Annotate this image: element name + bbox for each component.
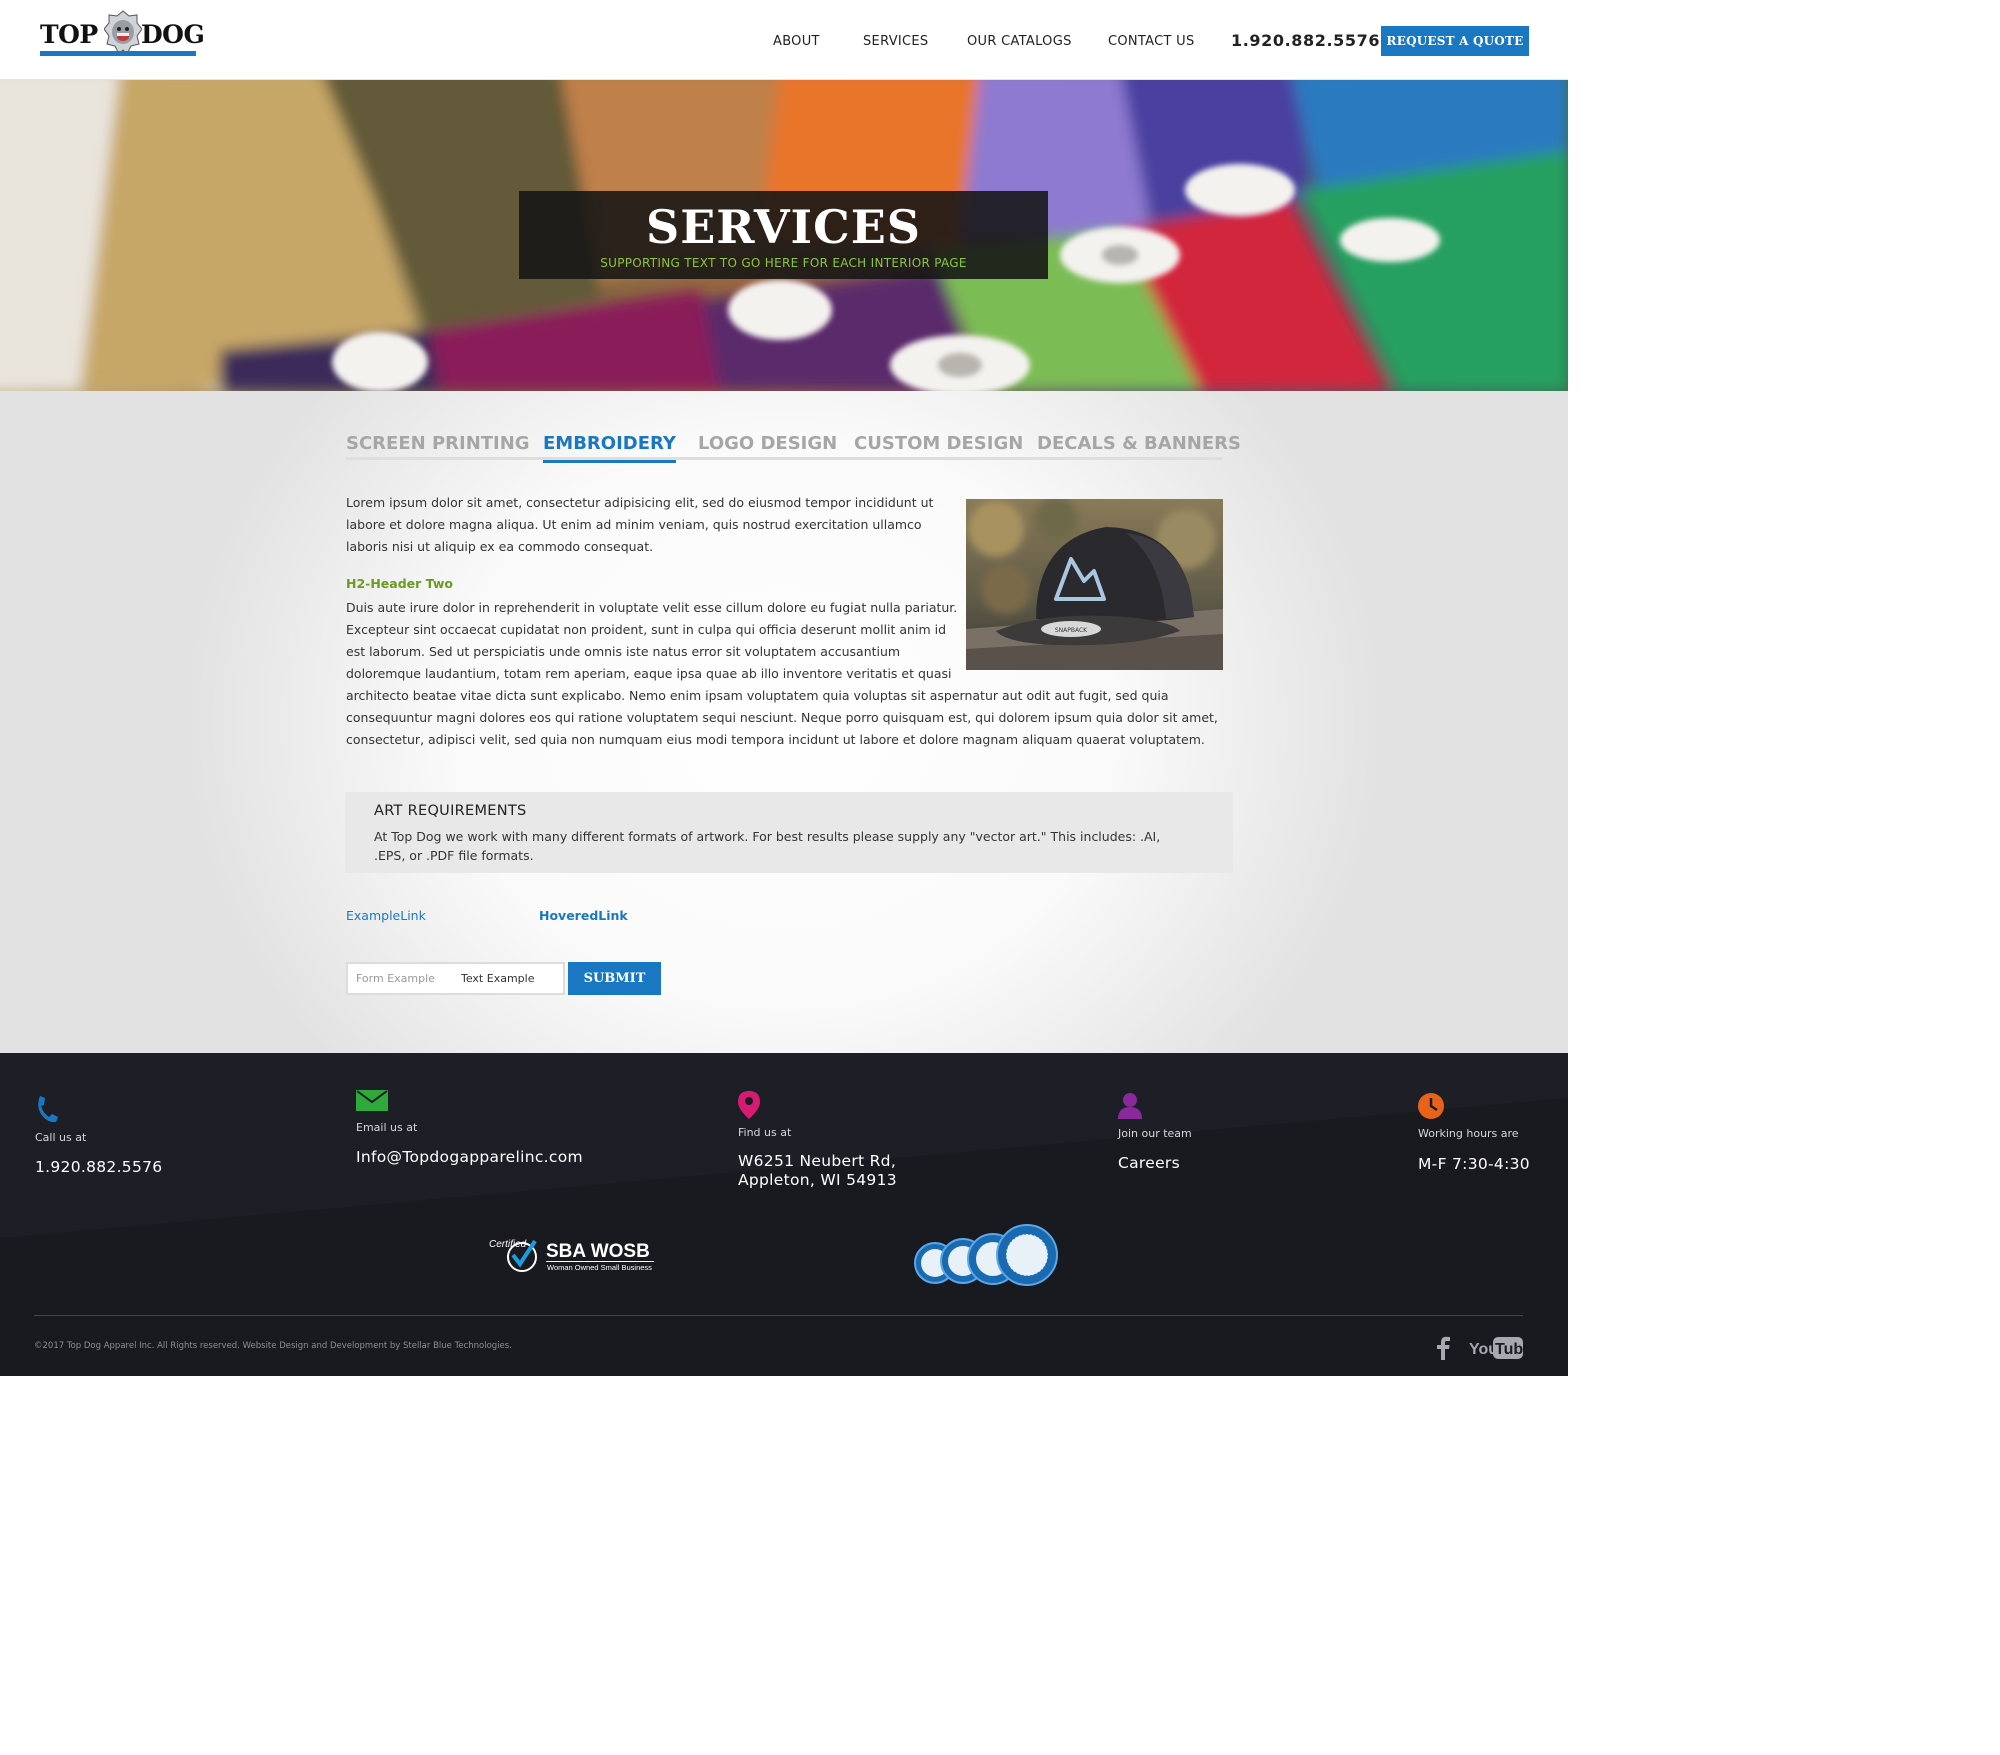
hero-title-box: SERVICES SUPPORTING TEXT TO GO HERE FOR …	[519, 191, 1048, 279]
team-label: Join our team	[1118, 1127, 1192, 1140]
page-title: SERVICES	[646, 200, 921, 254]
hovered-link[interactable]: HoveredLink	[539, 908, 628, 923]
sba-wosb-text: SBA WOSB	[546, 1241, 650, 1262]
call-value[interactable]: 1.920.882.5576	[35, 1158, 162, 1177]
submit-button[interactable]: SUBMIT	[568, 962, 661, 995]
nav-contact-us[interactable]: CONTACT US	[1108, 34, 1195, 49]
page-subtitle: SUPPORTING TEXT TO GO HERE FOR EACH INTE…	[600, 256, 967, 270]
address-line-2: Appleton, WI 54913	[738, 1171, 897, 1189]
person-icon	[1118, 1093, 1142, 1119]
intro-paragraph: Lorem ipsum dolor sit amet, consectetur …	[346, 492, 933, 558]
text-line: consequuntur magni dolores eos qui ratio…	[346, 710, 1218, 725]
nav-services[interactable]: SERVICES	[863, 34, 928, 49]
copyright-text: ©2017 Top Dog Apparel Inc. All Rights re…	[34, 1341, 512, 1351]
text-line: consectetur, adipisci velit, sed quia no…	[346, 732, 1205, 747]
email-label: Email us at	[356, 1121, 418, 1134]
sba-subtitle: Woman Owned Small Business	[547, 1263, 652, 1272]
hero-banner: SERVICES SUPPORTING TEXT TO GO HERE FOR …	[0, 80, 1568, 391]
text-line: Lorem ipsum dolor sit amet, consectetur …	[346, 495, 934, 510]
cap-label: SNAPBACK	[1055, 627, 1088, 634]
h2-heading: H2-Header Two	[346, 576, 453, 591]
call-label: Call us at	[35, 1131, 87, 1144]
nav-our-catalogs[interactable]: OUR CATALOGS	[967, 34, 1072, 49]
tab-decals-banners[interactable]: DECALS & BANNERS	[1037, 433, 1241, 454]
form-placeholder: Form Example	[356, 972, 435, 985]
sba-wosb-badge: Certified SBA WOSB Woman Owned Small Bus…	[489, 1239, 654, 1272]
art-requirements-title: ART REQUIREMENTS	[374, 803, 527, 819]
site-header: TOP DOG ABOUT SERVICES OUR CATALOGS CONT…	[0, 0, 1568, 80]
location-pin-icon	[738, 1091, 760, 1119]
services-tabs: SCREEN PRINTING EMBROIDERY LOGO DESIGN C…	[346, 433, 1241, 463]
logo-underline	[40, 51, 196, 56]
top-dog-logo[interactable]: TOP DOG	[40, 10, 205, 66]
text-line: laboris nisi ut aliquip ex ea commodo co…	[346, 539, 654, 554]
embroidered-cap-image: SNAPBACK	[966, 499, 1223, 670]
main-content: SCREEN PRINTING EMBROIDERY LOGO DESIGN C…	[0, 391, 1568, 1053]
email-icon	[356, 1090, 388, 1111]
careers-link[interactable]: Careers	[1118, 1154, 1180, 1173]
form-value: Text Example	[461, 972, 535, 985]
email-value[interactable]: Info@Topdogapparelinc.com	[356, 1148, 583, 1167]
logo-text-top: TOP	[40, 20, 98, 49]
find-label: Find us at	[738, 1126, 792, 1139]
youtube-you-text: You	[1469, 1341, 1498, 1358]
art-requirements-box: ART REQUIREMENTS At Top Dog we work with…	[345, 792, 1233, 873]
tab-screen-printing[interactable]: SCREEN PRINTING	[346, 433, 530, 454]
example-form-input[interactable]: Form Example Text Example	[346, 962, 565, 995]
clock-icon	[1418, 1093, 1444, 1119]
tab-custom-design[interactable]: CUSTOM DESIGN	[854, 433, 1023, 454]
hours-label: Working hours are	[1418, 1127, 1519, 1140]
site-footer: Call us at 1.920.882.5576 Email us at In…	[0, 1053, 1568, 1376]
example-link[interactable]: ExampleLink	[346, 908, 426, 923]
request-quote-button[interactable]: REQUEST A QUOTE	[1381, 26, 1529, 56]
text-line: architecto beatae vitae dicta sunt expli…	[346, 688, 1169, 703]
phone-icon	[38, 1096, 58, 1123]
hours-value: M-F 7:30-4:30	[1418, 1155, 1530, 1173]
footer-background-stripe	[0, 1053, 1568, 1376]
best-of-award-seals	[914, 1224, 1058, 1286]
sba-certified-text: Certified	[489, 1239, 527, 1250]
logo-text-dog: DOG	[141, 20, 205, 49]
text-line: labore et dolore magna aliqua. Ut enim a…	[346, 517, 922, 532]
tab-embroidery[interactable]: EMBROIDERY	[543, 433, 676, 463]
nav-about[interactable]: ABOUT	[773, 34, 820, 49]
youtube-icon[interactable]: You Tube	[1469, 1337, 1523, 1359]
art-requirements-text: At Top Dog we work with many different f…	[374, 829, 1161, 863]
facebook-icon[interactable]	[1436, 1336, 1450, 1360]
footer-divider	[34, 1315, 1523, 1316]
header-phone[interactable]: 1.920.882.5576	[1231, 31, 1380, 50]
tab-logo-design[interactable]: LOGO DESIGN	[698, 433, 837, 454]
address-line-1: W6251 Neubert Rd,	[738, 1152, 897, 1170]
youtube-tube-text: Tube	[1495, 1341, 1523, 1358]
